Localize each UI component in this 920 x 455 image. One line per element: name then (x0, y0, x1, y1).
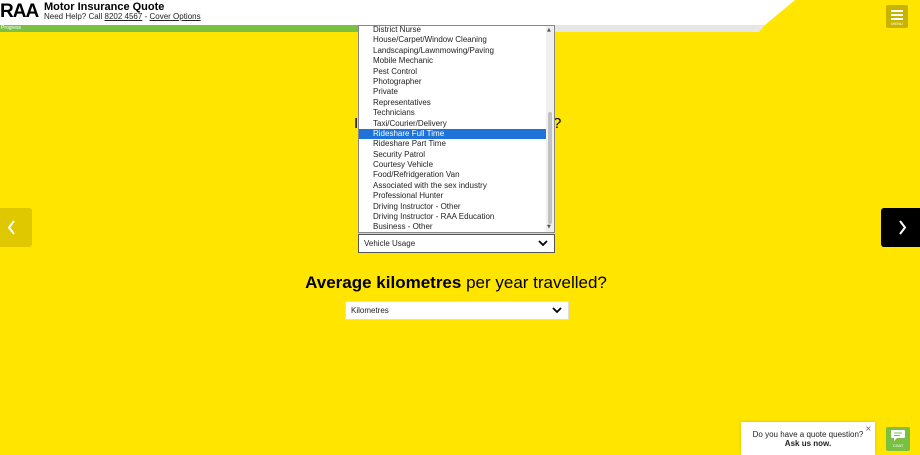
dropdown-option[interactable]: Professional Hunter (359, 191, 547, 201)
dropdown-option[interactable]: Private (359, 87, 547, 97)
dropdown-option[interactable]: Mobile Mechanic (359, 56, 547, 66)
next-button[interactable] (881, 208, 920, 247)
dropdown-option[interactable]: Security Patrol (359, 150, 547, 160)
option-list: District Nurse House/Carpet/Window Cleani… (359, 26, 547, 232)
dropdown-option[interactable]: Courtesy Vehicle (359, 160, 547, 170)
dropdown-option[interactable]: Landscaping/Lawnmowing/Paving (359, 46, 547, 56)
dropdown-option[interactable]: District Nurse (359, 26, 547, 35)
dropdown-option[interactable]: Technicians (359, 108, 547, 118)
dropdown-option[interactable]: Representatives (359, 98, 547, 108)
dropdown-option[interactable]: Photographer (359, 77, 547, 87)
dropdown-option[interactable]: House/Carpet/Window Cleaning (359, 35, 547, 45)
close-icon[interactable]: × (865, 424, 872, 433)
dropdown-option[interactable]: Driving Instructor - RAA Education (359, 212, 547, 222)
scroll-down-icon[interactable]: ▼ (547, 224, 551, 230)
scroll-up-icon[interactable]: ▲ (547, 27, 551, 33)
dropdown-option[interactable]: Associated with the sex industry (359, 181, 547, 191)
raa-logo[interactable]: RAA (0, 1, 39, 23)
dropdown-option[interactable]: Pest Control (359, 67, 547, 77)
scroll-thumb[interactable] (548, 112, 552, 224)
kilometres-select[interactable]: Kilometres (345, 301, 569, 320)
menu-label: MENU (891, 21, 903, 26)
question-kilometres-bold: Average kilometres (305, 273, 462, 292)
menu-button[interactable]: MENU (886, 5, 908, 28)
chevron-left-icon (7, 220, 15, 235)
phone-link[interactable]: 8202 4567 (105, 12, 143, 21)
chevron-right-icon (899, 220, 907, 235)
chevron-down-icon (552, 307, 562, 314)
question-kilometres: Average kilometres per year travelled? (0, 273, 912, 293)
chat-button[interactable]: CHAT (886, 427, 910, 451)
question-kilometres-rest: per year travelled? (461, 273, 607, 292)
vehicle-usage-value: Vehicle Usage (364, 239, 416, 248)
dropdown-option[interactable]: Rideshare Part Time (359, 139, 547, 149)
hamburger-icon (891, 10, 903, 12)
dropdown-option[interactable]: Taxi/Courier/Delivery (359, 119, 547, 129)
help-prefix: Need Help? Call (44, 12, 103, 21)
dropdown-option[interactable]: Business - Other (359, 222, 547, 232)
help-line: Need Help? Call 8202 4567 - Cover Option… (44, 12, 201, 22)
dropdown-option[interactable]: Driving Instructor - Other (359, 202, 547, 212)
progress-label: Progress (1, 25, 22, 31)
vehicle-usage-select[interactable]: Vehicle Usage (358, 234, 555, 253)
dropdown-option[interactable]: Rideshare Full Time (359, 128, 547, 140)
kilometres-value: Kilometres (351, 306, 389, 315)
scrollbar[interactable]: ▲ ▼ (546, 26, 554, 232)
help-separator: - (144, 12, 148, 21)
progress-fill (0, 25, 360, 32)
chevron-down-icon (538, 240, 548, 247)
previous-button[interactable] (0, 208, 32, 247)
chat-prompt[interactable]: Do you have a quote question? Ask us now… (741, 422, 875, 455)
dropdown-option[interactable]: Food/Refridgeration Van (359, 170, 547, 180)
chat-cta[interactable]: Ask us now. (741, 439, 875, 449)
vehicle-usage-dropdown-list[interactable]: District Nurse House/Carpet/Window Cleani… (358, 25, 555, 233)
header: RAA Motor Insurance Quote Need Help? Cal… (0, 0, 920, 25)
cover-options-link[interactable]: Cover Options (149, 12, 200, 21)
chat-bubble-icon (891, 430, 905, 441)
chat-label: CHAT (892, 443, 904, 448)
